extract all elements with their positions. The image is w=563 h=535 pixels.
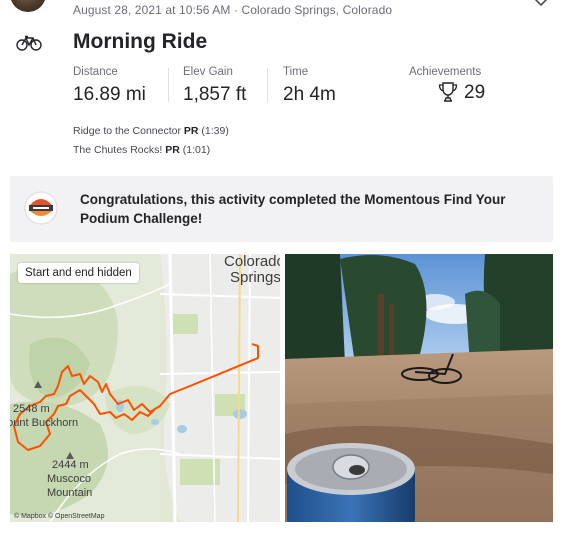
map-label-peak-name: Muscoco xyxy=(47,473,91,485)
stat-divider xyxy=(267,68,268,102)
segment-time: (1:01) xyxy=(182,144,211,156)
segment-row[interactable]: Ridge to the Connector PR (1:39) xyxy=(73,125,229,137)
stat-distance-value: 16.89 mi xyxy=(73,84,146,105)
stat-divider xyxy=(168,68,169,102)
activity-meta: August 28, 2021 at 10:56 AM · Colorado S… xyxy=(73,3,393,17)
stat-time-value: 2h 4m xyxy=(283,84,336,105)
pr-badge: PR xyxy=(165,144,180,156)
chevron-down-icon[interactable] xyxy=(533,0,549,10)
trophy-icon[interactable] xyxy=(437,81,459,103)
map-label-city: Colorado xyxy=(224,254,280,270)
achievements-count[interactable]: 29 xyxy=(464,82,485,104)
challenge-text: Congratulations, this activity completed… xyxy=(80,192,506,226)
stat-distance-label: Distance xyxy=(73,66,118,78)
map-label-peak-name: Mount Buckhorn xyxy=(10,417,78,429)
route-map[interactable]: Colorado Springs 2548 m Mount Buckhorn 2… xyxy=(10,254,280,522)
pr-badge: PR xyxy=(183,125,199,137)
challenge-badge-icon xyxy=(24,191,58,225)
stat-elev-value: 1,857 ft xyxy=(183,84,247,105)
achievements-label: Achievements xyxy=(409,66,482,78)
segment-name[interactable]: Ridge to the Connector xyxy=(73,125,181,137)
map-label-peak-name: Mountain xyxy=(47,487,92,499)
athlete-avatar[interactable] xyxy=(10,0,46,12)
bike-icon xyxy=(16,35,42,51)
map-attribution[interactable]: © Mapbox © OpenStreetMap xyxy=(14,512,105,520)
map-label-city: Springs xyxy=(230,269,280,286)
stat-time-label: Time xyxy=(283,66,309,78)
segment-row[interactable]: The Chutes Rocks! PR (1:01) xyxy=(73,144,210,156)
activity-photo[interactable] xyxy=(285,254,553,522)
segment-name[interactable]: The Chutes Rocks! xyxy=(73,144,162,156)
activity-title[interactable]: Morning Ride xyxy=(73,30,207,54)
start-end-hidden-badge: Start and end hidden xyxy=(18,263,139,283)
stat-elev-label: Elev Gain xyxy=(183,66,233,78)
map-label-peak-elev: 2548 m xyxy=(13,403,50,415)
map-label-peak-elev: 2444 m xyxy=(52,459,89,471)
segment-time: (1:39) xyxy=(201,125,229,137)
